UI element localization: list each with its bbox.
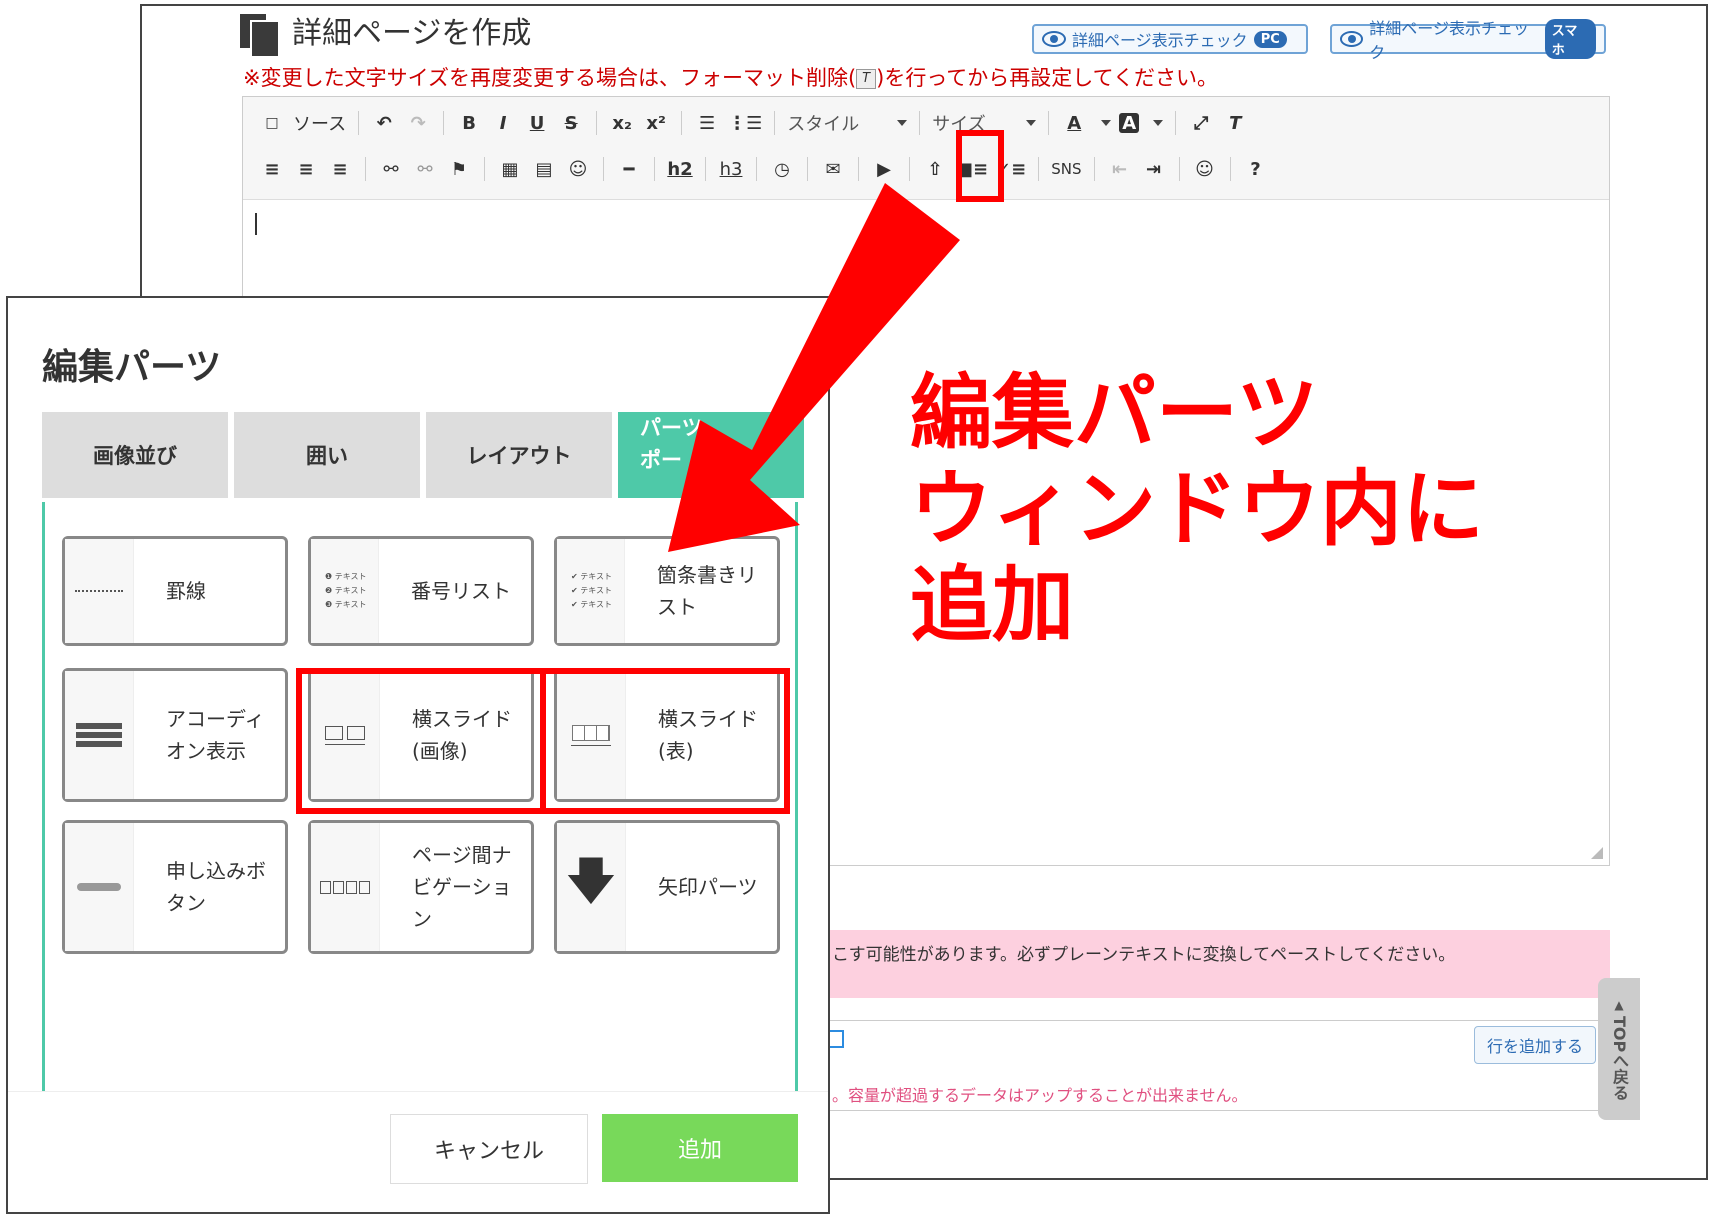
callout-line-3: 追加 [910, 558, 1075, 653]
callout-line-2: ウィンドウ内に [910, 462, 1485, 557]
annotation-callout: 編集パーツ ウィンドウ内に 追加 [910, 366, 1484, 654]
callout-line-1: 編集パーツ [910, 366, 1319, 461]
